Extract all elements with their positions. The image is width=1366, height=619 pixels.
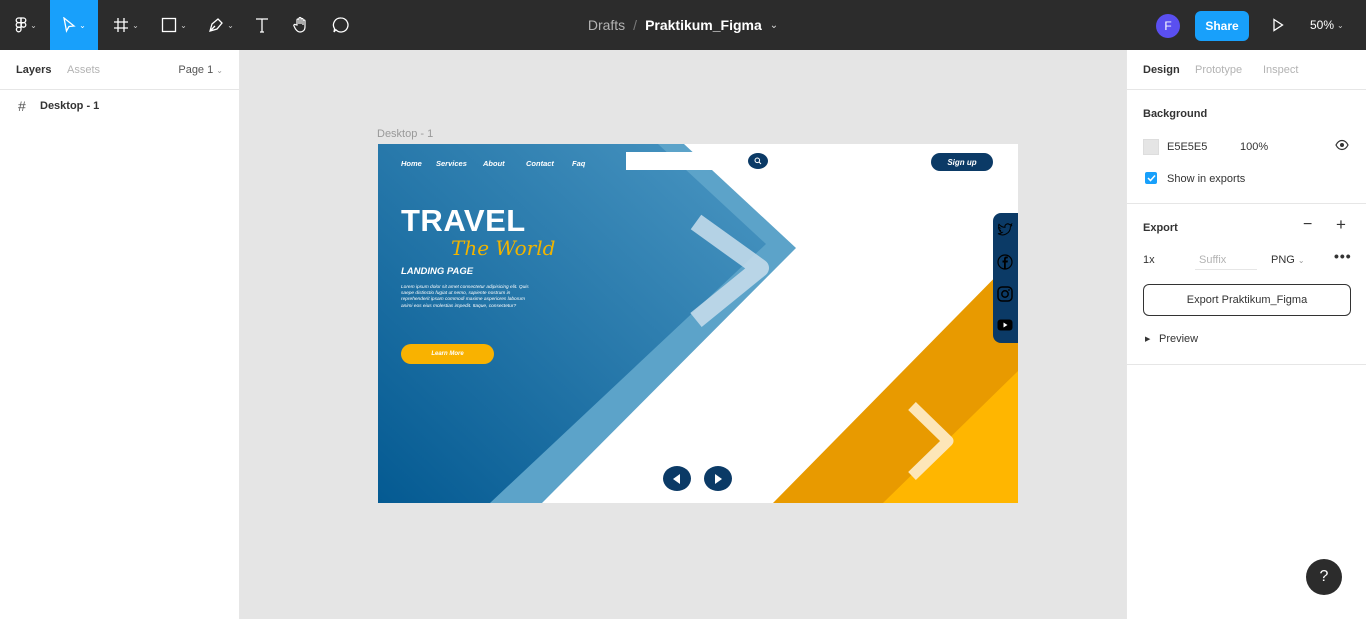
tab-prototype[interactable]: Prototype (1195, 64, 1242, 76)
share-button[interactable]: Share (1195, 11, 1249, 41)
preview-toggle[interactable]: Preview (1159, 333, 1198, 345)
design-frame[interactable]: Home Services About Contact Faq Sign up … (378, 144, 1018, 503)
youtube-icon[interactable] (996, 316, 1014, 334)
zoom-level: 50% (1310, 18, 1335, 32)
chevron-down-icon: ⌄ (30, 20, 37, 30)
background-section: Background E5E5E5 100% Show in exports (1127, 90, 1366, 204)
hand-tool-button[interactable] (289, 0, 313, 50)
hero-description: Lorem ipsum dolor sit amet consectetur a… (401, 285, 529, 309)
shape-tool-button[interactable]: ⌄ (156, 0, 192, 50)
figma-logo-icon (15, 17, 27, 33)
right-panel-tabs: Design Prototype Inspect (1127, 50, 1366, 90)
learn-more-button[interactable]: Learn More (401, 344, 494, 364)
export-button[interactable]: Export Praktikum_Figma (1143, 284, 1351, 316)
background-color-swatch[interactable] (1143, 139, 1159, 155)
checkmark-icon (1146, 174, 1156, 182)
chevron-down-icon: ⌄ (132, 20, 139, 30)
hero-subtitle: The World (451, 236, 556, 260)
landing-background-art (378, 144, 1018, 503)
social-bar (993, 213, 1018, 343)
comment-icon (332, 17, 349, 33)
play-icon (1273, 18, 1284, 32)
export-scale-select[interactable]: 1x (1143, 254, 1155, 266)
layer-row[interactable]: # Desktop - 1 (0, 96, 239, 116)
chevron-down-icon: ⌄ (1297, 256, 1305, 265)
chevron-down-icon: ⌄ (216, 66, 223, 75)
chevron-down-icon: ⌄ (1337, 20, 1344, 30)
instagram-icon[interactable] (996, 285, 1014, 303)
left-panel-tabs: Layers Assets Page 1 ⌄ (0, 50, 239, 90)
frame-label[interactable]: Desktop - 1 (377, 128, 433, 140)
previous-slide-button[interactable] (663, 466, 691, 491)
landing-search-input[interactable] (626, 152, 746, 170)
frame-hash-icon (114, 18, 129, 32)
export-section: Export − + 1x Suffix PNG ⌄ ••• Export Pr… (1127, 204, 1366, 365)
layer-name: Desktop - 1 (40, 100, 100, 112)
breadcrumb-separator: / (633, 17, 638, 33)
main-menu-button[interactable]: ⌄ (8, 0, 44, 50)
page-selector-label: Page 1 (178, 64, 214, 76)
nav-about-link[interactable]: About (483, 159, 505, 168)
next-slide-button[interactable] (704, 466, 732, 491)
top-toolbar: ⌄ ⌄ ⌄ ⌄ ⌄ Drafts / Praktikum_Figma ⌄ F S… (0, 0, 1366, 50)
help-button[interactable]: ? (1306, 559, 1342, 595)
arrow-left-icon (673, 473, 680, 484)
breadcrumb-drafts[interactable]: Drafts (588, 17, 625, 33)
hand-icon (293, 16, 306, 33)
show-in-exports-checkbox[interactable] (1145, 172, 1157, 184)
hero-title: TRAVEL (401, 203, 526, 238)
background-heading: Background (1143, 108, 1208, 120)
zoom-dropdown[interactable]: 50% ⌄ (1310, 0, 1344, 50)
export-format-select[interactable]: PNG ⌄ (1271, 254, 1305, 266)
nav-services-link[interactable]: Services (436, 159, 467, 168)
facebook-icon[interactable] (996, 253, 1014, 271)
text-icon (256, 18, 268, 33)
search-icon[interactable] (748, 153, 768, 169)
chevron-down-icon: ⌄ (79, 20, 86, 30)
present-button[interactable] (1266, 0, 1290, 50)
plus-icon[interactable]: + (1336, 215, 1346, 235)
more-options-icon[interactable]: ••• (1334, 248, 1352, 264)
chevron-down-icon: ⌄ (227, 20, 234, 30)
triangle-right-icon[interactable]: ▶ (1145, 335, 1150, 343)
rectangle-icon (161, 17, 177, 33)
chevron-down-icon[interactable]: ⌄ (770, 20, 778, 31)
twitter-icon[interactable] (996, 221, 1014, 239)
pen-icon (209, 18, 224, 32)
move-tool-button[interactable]: ⌄ (50, 0, 98, 50)
hero-tagline: LANDING PAGE (401, 266, 474, 277)
export-suffix-input[interactable]: Suffix (1195, 248, 1257, 270)
nav-contact-link[interactable]: Contact (526, 159, 554, 168)
tab-assets[interactable]: Assets (67, 64, 100, 76)
tab-layers[interactable]: Layers (16, 64, 51, 76)
text-tool-button[interactable] (250, 0, 274, 50)
page-selector[interactable]: Page 1 ⌄ (178, 64, 223, 76)
minus-icon[interactable]: − (1303, 216, 1312, 234)
show-in-exports-label: Show in exports (1167, 173, 1246, 185)
cursor-icon (63, 17, 76, 33)
tab-inspect[interactable]: Inspect (1263, 64, 1298, 76)
signup-button[interactable]: Sign up (931, 153, 993, 171)
eye-icon[interactable] (1335, 139, 1349, 154)
comment-tool-button[interactable] (329, 0, 353, 50)
properties-panel: Design Prototype Inspect Background E5E5… (1126, 50, 1366, 619)
nav-faq-link[interactable]: Faq (572, 159, 585, 168)
arrow-right-icon (715, 473, 722, 484)
background-opacity-input[interactable]: 100% (1240, 141, 1268, 153)
pen-tool-button[interactable]: ⌄ (203, 0, 239, 50)
file-name[interactable]: Praktikum_Figma (645, 17, 762, 33)
frame-tool-button[interactable]: ⌄ (108, 0, 144, 50)
export-format-label: PNG (1271, 254, 1295, 266)
layers-panel: Layers Assets Page 1 ⌄ # Desktop - 1 (0, 50, 240, 619)
background-hex-input[interactable]: E5E5E5 (1167, 141, 1207, 153)
nav-home-link[interactable]: Home (401, 159, 422, 168)
frame-hash-icon: # (18, 98, 26, 114)
avatar[interactable]: F (1156, 14, 1180, 38)
export-heading: Export (1143, 222, 1178, 234)
tab-design[interactable]: Design (1143, 64, 1180, 76)
chevron-down-icon: ⌄ (180, 20, 187, 30)
